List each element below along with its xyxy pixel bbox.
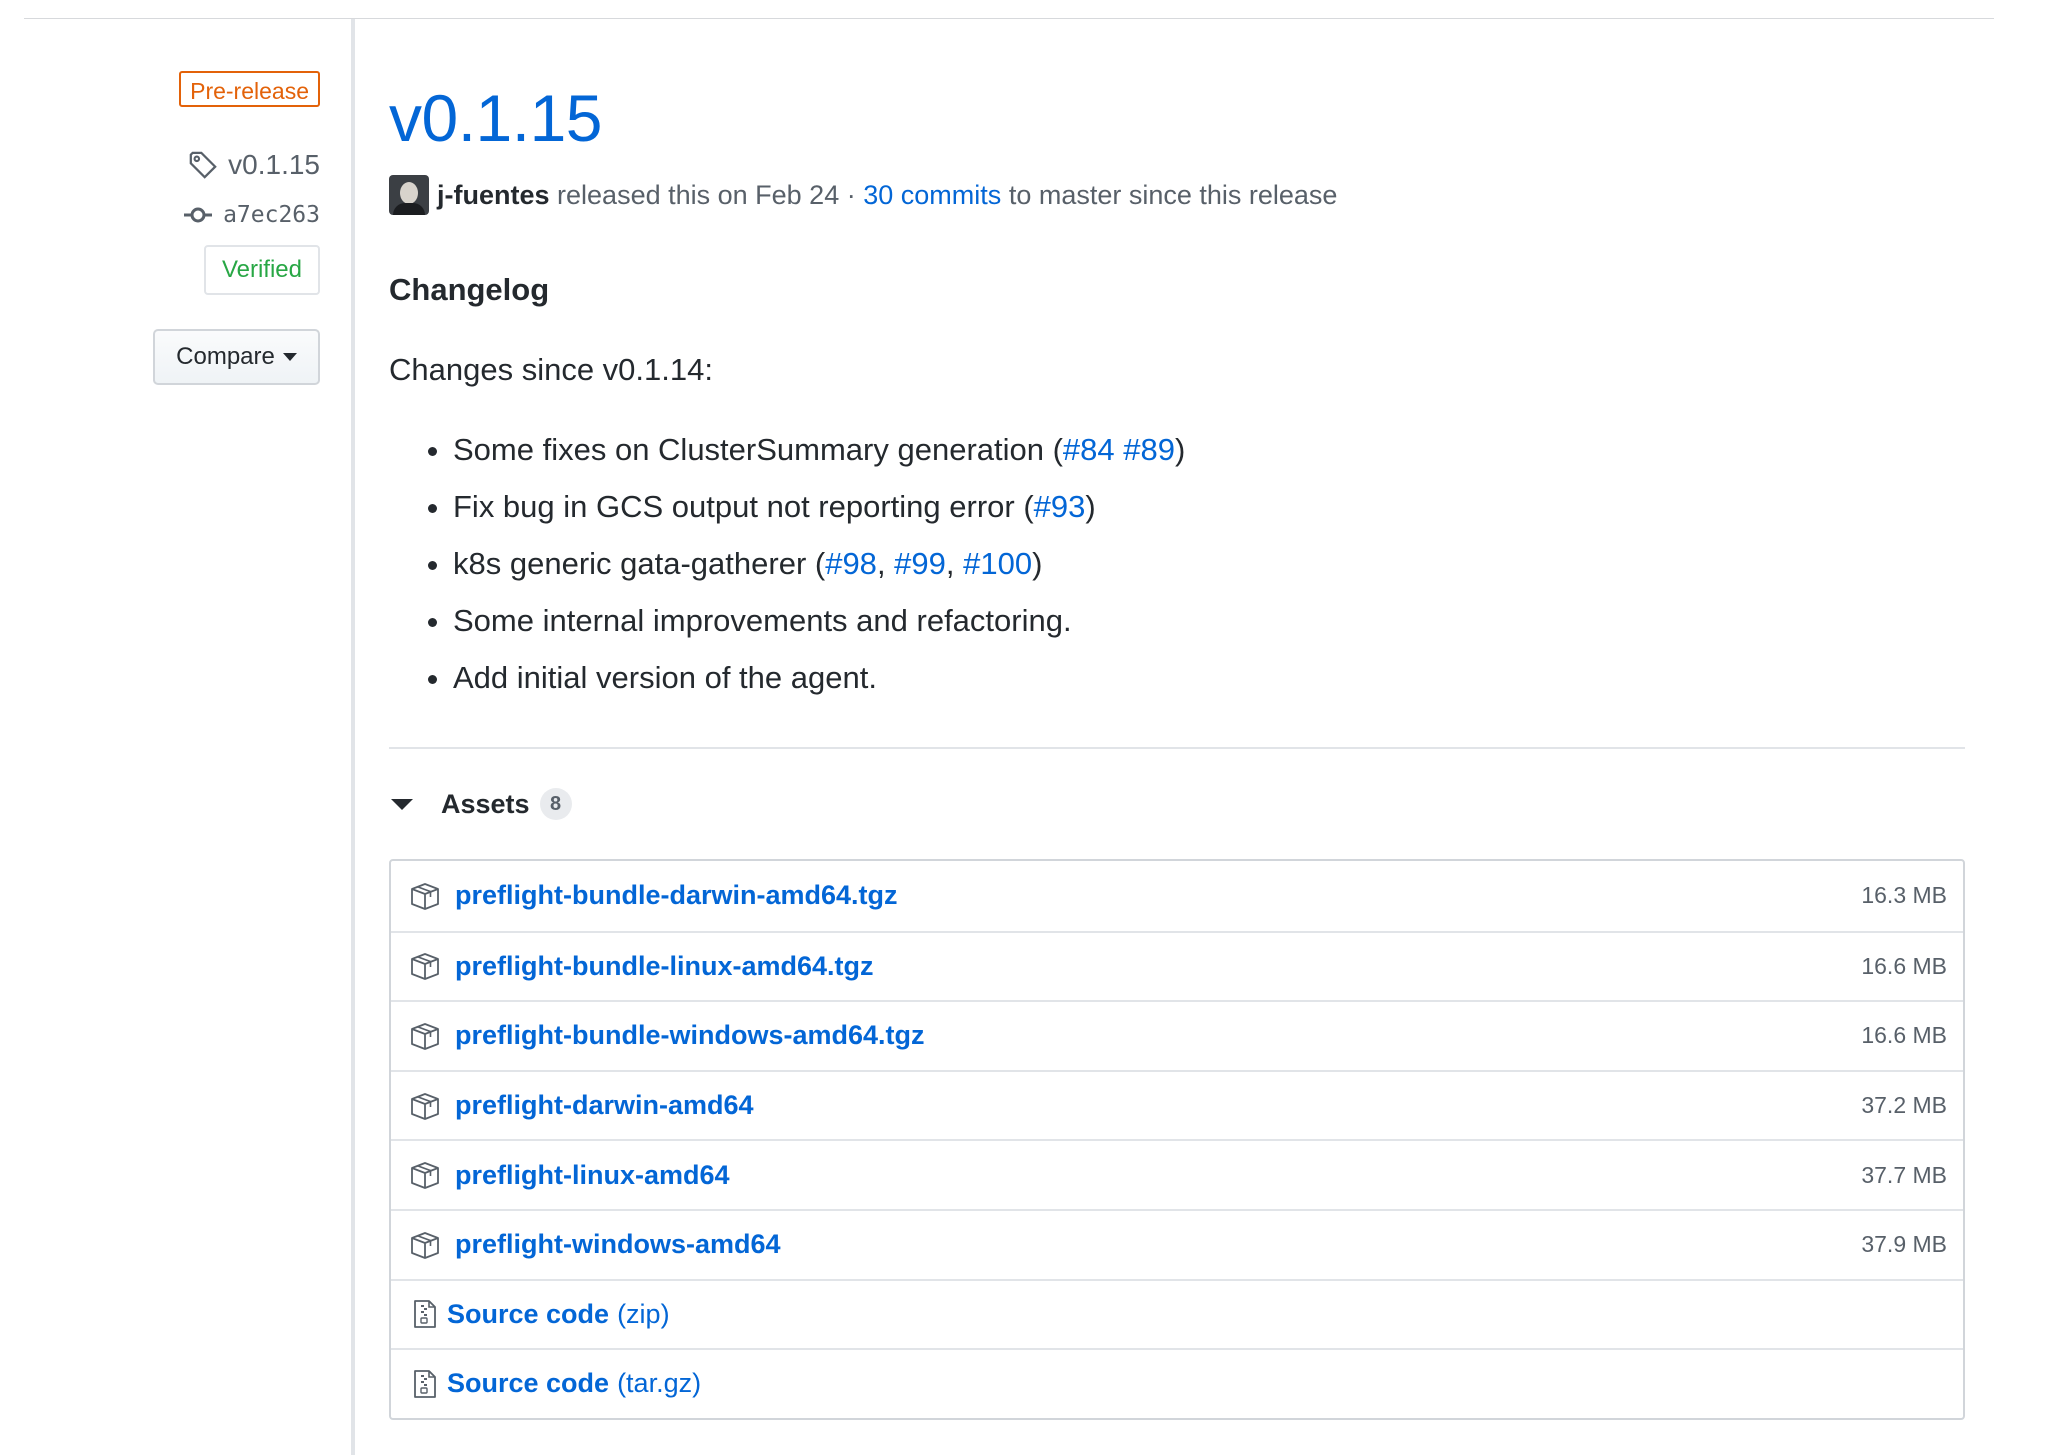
issue-link[interactable]: #89 — [1123, 432, 1175, 467]
tag-name: v0.1.15 — [228, 149, 320, 180]
changelog-text: Fix bug in GCS output not reporting erro… — [453, 489, 1034, 524]
list-item: k8s generic gata-gatherer (#98, #99, #10… — [427, 542, 1185, 599]
tag-icon — [189, 151, 217, 179]
changelog-list: Some fixes on ClusterSummary generation … — [427, 428, 1186, 713]
changes-intro: Changes since v0.1.14: — [389, 352, 713, 387]
triangle-down-icon — [391, 798, 413, 810]
asset-row: preflight-bundle-darwin-amd64.tgz 16.3 MB — [391, 861, 1963, 931]
issue-link[interactable]: #98 — [825, 546, 877, 581]
package-icon — [409, 1229, 441, 1261]
assets-toggle[interactable]: Assets 8 — [391, 784, 572, 824]
package-icon — [409, 1090, 441, 1122]
package-icon — [409, 1159, 441, 1191]
source-name: Source code — [447, 1298, 610, 1329]
issue-link[interactable]: #93 — [1034, 489, 1086, 524]
assets-label: Assets — [441, 788, 530, 819]
asset-row: preflight-bundle-linux-amd64.tgz 16.6 MB — [391, 930, 1963, 1001]
list-item: Some fixes on ClusterSummary generation … — [427, 428, 1186, 485]
asset-size: 37.7 MB — [1861, 1161, 1947, 1188]
source-name: Source code — [447, 1368, 610, 1399]
release-title[interactable]: v0.1.15 — [389, 76, 603, 160]
asset-download-link[interactable]: preflight-windows-amd64 — [455, 1229, 781, 1260]
commit-link[interactable]: a7ec263 — [183, 198, 320, 232]
asset-row: preflight-windows-amd64 37.9 MB — [391, 1208, 1963, 1279]
git-commit-icon — [184, 207, 213, 223]
source-download-link[interactable]: Source code (tar.gz) — [441, 1368, 701, 1399]
changelog-text: Some internal improvements and refactori… — [453, 603, 1072, 638]
asset-download-link[interactable]: preflight-bundle-linux-amd64.tgz — [455, 951, 874, 982]
assets-list: preflight-bundle-darwin-amd64.tgz 16.3 MB… — [389, 859, 1965, 1420]
issue-link[interactable]: #84 — [1063, 432, 1115, 467]
released-text: released this on Feb 24 · — [557, 179, 856, 210]
asset-download-link[interactable]: preflight-bundle-darwin-amd64.tgz — [455, 880, 898, 911]
asset-download-link[interactable]: preflight-bundle-windows-amd64.tgz — [455, 1020, 924, 1051]
source-format: (tar.gz) — [617, 1368, 702, 1399]
compare-label: Compare — [176, 343, 275, 370]
source-format: (zip) — [617, 1298, 670, 1329]
list-item: Some internal improvements and refactori… — [427, 599, 1185, 656]
asset-size: 37.9 MB — [1861, 1231, 1947, 1258]
timeline-rule — [351, 19, 355, 1455]
asset-size: 37.2 MB — [1861, 1092, 1947, 1119]
commits-suffix: to master since this release — [1008, 179, 1338, 210]
compare-button[interactable]: Compare — [153, 329, 320, 385]
changelog-text-end: ) — [1032, 546, 1043, 581]
changelog-text: Some fixes on ClusterSummary generation … — [453, 432, 1063, 467]
assets-divider — [389, 747, 1965, 749]
asset-download-link[interactable]: preflight-darwin-amd64 — [455, 1090, 754, 1121]
asset-size: 16.6 MB — [1861, 952, 1947, 979]
top-divider — [24, 18, 1994, 19]
list-item: Fix bug in GCS output not reporting erro… — [427, 485, 1185, 542]
file-zip-icon — [409, 1368, 441, 1400]
package-icon — [409, 1020, 441, 1052]
source-row: Source code (tar.gz) — [391, 1348, 1963, 1418]
changelog-text: Add initial version of the agent. — [453, 660, 877, 695]
release-meta: j-fuentes released this on Feb 24 · 30 c… — [389, 174, 1337, 216]
commit-sha: a7ec263 — [223, 202, 320, 228]
source-download-link[interactable]: Source code (zip) — [441, 1299, 670, 1330]
asset-row: preflight-darwin-amd64 37.2 MB — [391, 1069, 1963, 1140]
package-icon — [409, 950, 441, 982]
changelog-heading: Changelog — [389, 272, 550, 307]
issue-link[interactable]: #100 — [963, 546, 1032, 581]
assets-count: 8 — [539, 788, 572, 820]
caret-down-icon — [282, 353, 297, 361]
source-row: Source code (zip) — [391, 1278, 1963, 1349]
changelog-text-end: ) — [1175, 432, 1186, 467]
prerelease-badge: Pre-release — [179, 71, 320, 107]
issue-link[interactable]: #99 — [894, 546, 946, 581]
asset-row: preflight-linux-amd64 37.7 MB — [391, 1139, 1963, 1209]
file-zip-icon — [409, 1298, 441, 1330]
tag-link[interactable]: v0.1.15 — [188, 145, 320, 185]
verified-badge[interactable]: Verified — [203, 245, 320, 295]
author-link[interactable]: j-fuentes — [437, 180, 550, 211]
asset-row: preflight-bundle-windows-amd64.tgz 16.6 M… — [391, 1000, 1963, 1070]
package-icon — [409, 880, 441, 912]
avatar[interactable] — [389, 175, 429, 215]
changelog-text-end: ) — [1085, 489, 1096, 524]
asset-size: 16.6 MB — [1861, 1022, 1947, 1049]
release-title-link[interactable]: v0.1.15 — [389, 81, 603, 155]
changelog-text: k8s generic gata-gatherer ( — [453, 546, 826, 581]
commits-link[interactable]: 30 commits — [863, 180, 1001, 211]
list-item: Add initial version of the agent. — [427, 656, 1185, 713]
asset-size: 16.3 MB — [1861, 882, 1947, 909]
asset-download-link[interactable]: preflight-linux-amd64 — [455, 1160, 730, 1191]
